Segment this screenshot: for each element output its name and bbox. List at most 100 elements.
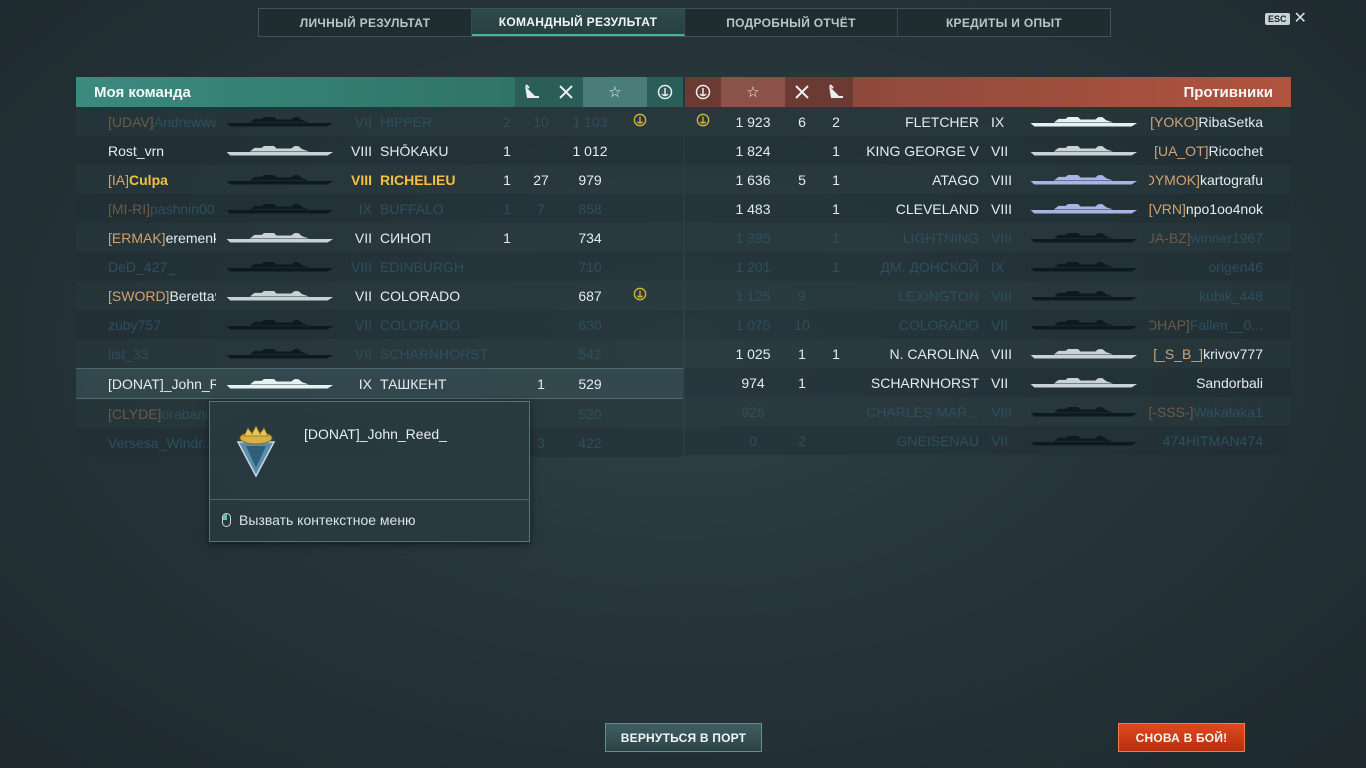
table-row[interactable]: [MI-RI] pashnin00 IX BUFFALO 1 7 858 <box>76 194 683 223</box>
table-row[interactable]: [IA] Culpa VIII RICHELIEU 1 27 979 <box>76 165 683 194</box>
ship-tier: VII <box>354 229 372 246</box>
frags-count: 10 <box>533 113 549 130</box>
ship-tier: VIII <box>991 345 1013 362</box>
player-name: [_S_B_] krivov777 <box>1149 346 1291 362</box>
ship-image <box>1019 115 1149 129</box>
tab-credits-xp[interactable]: КРЕДИТЫ И ОПЫТ <box>898 9 1110 36</box>
kills-count: 1 <box>503 171 511 188</box>
ship-name: FLETCHER <box>905 113 979 130</box>
ship-silhouette-icon <box>226 202 334 216</box>
crossed-swords-icon <box>785 77 819 107</box>
table-row[interactable]: DeD_427_ VIII EDINBURGH 710 <box>76 252 683 281</box>
base-xp: 529 <box>578 375 602 392</box>
result-tabs: ЛИЧНЫЙ РЕЗУЛЬТАТ КОМАНДНЫЙ РЕЗУЛЬТАТ ПОД… <box>258 8 1111 37</box>
table-row[interactable]: 1 201 1 ДМ. ДОНСКОЙ IX origen46 <box>685 252 1291 281</box>
ship-tier: VIII <box>991 403 1013 420</box>
battle-again-button[interactable]: СНОВА В БОЙ! <box>1118 723 1245 752</box>
ship-image <box>1019 202 1149 216</box>
context-menu-action[interactable]: Вызвать контекстное меню <box>222 512 416 528</box>
ship-name: COLORADO <box>380 287 461 304</box>
player-name: 474HITMAN474 <box>1149 433 1291 449</box>
player-name: DeD_427_ <box>76 259 216 275</box>
ship-name: LEXINGTON <box>898 287 979 304</box>
tab-detailed[interactable]: ПОДРОБНЫЙ ОТЧЁТ <box>685 9 898 36</box>
table-row[interactable]: 1 824 1 KING GEORGE V VII [UA_OT] Ricochet <box>685 136 1291 165</box>
medal-cell <box>685 113 721 130</box>
player-name: origen46 <box>1149 259 1291 275</box>
table-row[interactable]: 974 1 SCHARNHORST VII Sandorbali <box>685 368 1291 397</box>
base-xp: 979 <box>578 171 602 188</box>
clan-emblem-icon <box>236 425 276 478</box>
frags-count: 5 <box>798 171 806 188</box>
player-nick: RibaSetka <box>1198 113 1263 130</box>
table-row[interactable]: Rost_vrn VIII SHŌKAKU 1 1 012 <box>76 136 683 165</box>
return-to-port-button[interactable]: ВЕРНУТЬСЯ В ПОРТ <box>605 723 762 752</box>
player-name: [SWORD]Beretta9... <box>76 288 216 304</box>
table-row[interactable]: 1 025 1 1 N. CAROLINA VIII [_S_B_] krivov777 <box>685 339 1291 368</box>
ship-tier: VII <box>991 142 1009 159</box>
tab-personal[interactable]: ЛИЧНЫЙ РЕЗУЛЬТАТ <box>259 9 472 36</box>
kills-count: 1 <box>832 229 840 246</box>
base-xp: 974 <box>741 374 765 391</box>
base-xp: 1 125 <box>735 287 771 304</box>
table-row[interactable]: 1 636 5 1 ATAGO VIII [DYMOK]kartografu <box>685 165 1291 194</box>
player-nick: list_33 <box>108 345 149 362</box>
sunk-ship-icon <box>515 77 549 107</box>
table-row[interactable]: 0 2 GNEISENAU VII 474HITMAN474 <box>685 426 1291 455</box>
close-icon: ✕ <box>1293 10 1307 27</box>
ship-image <box>1019 347 1149 361</box>
ship-silhouette-icon <box>1030 318 1138 332</box>
base-xp: 1 103 <box>572 113 608 130</box>
player-nick: Beretta9... <box>169 287 216 304</box>
ship-image <box>1019 144 1149 158</box>
clan-tag: [-SSS-] <box>1149 403 1194 420</box>
crossed-swords-icon <box>549 77 583 107</box>
anchor-medal-icon <box>696 113 710 130</box>
table-row[interactable]: [SWORD]Beretta9... VII COLORADO 687 <box>76 281 683 310</box>
close-button[interactable]: ESC ✕ <box>1265 10 1307 27</box>
ship-silhouette-icon <box>226 377 334 391</box>
ship-tier: VII <box>354 287 372 304</box>
ship-name: BUFFALO <box>380 200 444 217</box>
clan-tag: [UA_OT] <box>1154 142 1209 159</box>
base-xp: 0 <box>749 432 757 449</box>
player-nick: eremenk... <box>165 229 216 246</box>
table-row[interactable]: 1 125 9 LEXINGTON VIII kubik_448 <box>685 281 1291 310</box>
player-name: kubik_448 <box>1149 288 1291 304</box>
player-nick: npo1oo4nok <box>1185 200 1263 217</box>
base-xp: 734 <box>578 229 602 246</box>
kills-count: 1 <box>832 345 840 362</box>
table-row[interactable]: 926 CHARLES MAR... VIII [-SSS-] Wakataka1 <box>685 397 1291 426</box>
clan-tag: [_S_B_] <box>1153 345 1204 362</box>
player-name: Sandorbali <box>1149 375 1291 391</box>
player-name: Versesa_Windr... <box>76 435 216 451</box>
tab-team[interactable]: КОМАНДНЫЙ РЕЗУЛЬТАТ <box>472 9 685 36</box>
ship-silhouette-icon <box>1030 376 1138 390</box>
ship-image <box>216 347 344 361</box>
clan-tag: [IA] <box>108 171 130 188</box>
ship-silhouette-icon <box>226 347 334 361</box>
anchor-medal-icon <box>685 77 721 107</box>
table-row[interactable]: [DONAT]_John_Re... IX ТАШКЕНТ 1 529 <box>76 368 683 399</box>
player-name: [ERMAK]eremenk... <box>76 230 216 246</box>
ship-image <box>216 144 344 158</box>
player-name: [IA] Culpa <box>76 172 216 188</box>
table-row[interactable]: 1 483 1 CLEVELAND VIII [VRN] npo1oo4nok <box>685 194 1291 223</box>
ship-silhouette-icon <box>1030 202 1138 216</box>
base-xp: 1 012 <box>572 142 608 159</box>
ship-image <box>1019 318 1149 332</box>
enemy-team-title: Противники <box>853 77 1291 107</box>
table-row[interactable]: [ERMAK]eremenk... VII СИНОП 1 734 <box>76 223 683 252</box>
frags-count: 27 <box>533 171 549 188</box>
table-row[interactable]: 1 923 6 2 FLETCHER IX [YOKO] RibaSetka <box>685 107 1291 136</box>
frags-count: 1 <box>798 374 806 391</box>
table-row[interactable]: list_33 VII SCHARNHORST 542 <box>76 339 683 368</box>
table-row[interactable]: 1 075 10 COLORADO VII [COHAP]Fallen__0... <box>685 310 1291 339</box>
ship-name: COLORADO <box>380 316 461 333</box>
table-row[interactable]: 1 395 1 LIGHTNING VIII [UA-BZ]winner1967 <box>685 223 1291 252</box>
ship-image <box>1019 173 1149 187</box>
ship-image <box>216 289 344 303</box>
table-row[interactable]: [UDAV]Andrewwww... VII HIPPER 2 10 1 103 <box>76 107 683 136</box>
table-row[interactable]: zuby757 VII COLORADO 630 <box>76 310 683 339</box>
ship-name: ДМ. ДОНСКОЙ <box>880 258 979 275</box>
